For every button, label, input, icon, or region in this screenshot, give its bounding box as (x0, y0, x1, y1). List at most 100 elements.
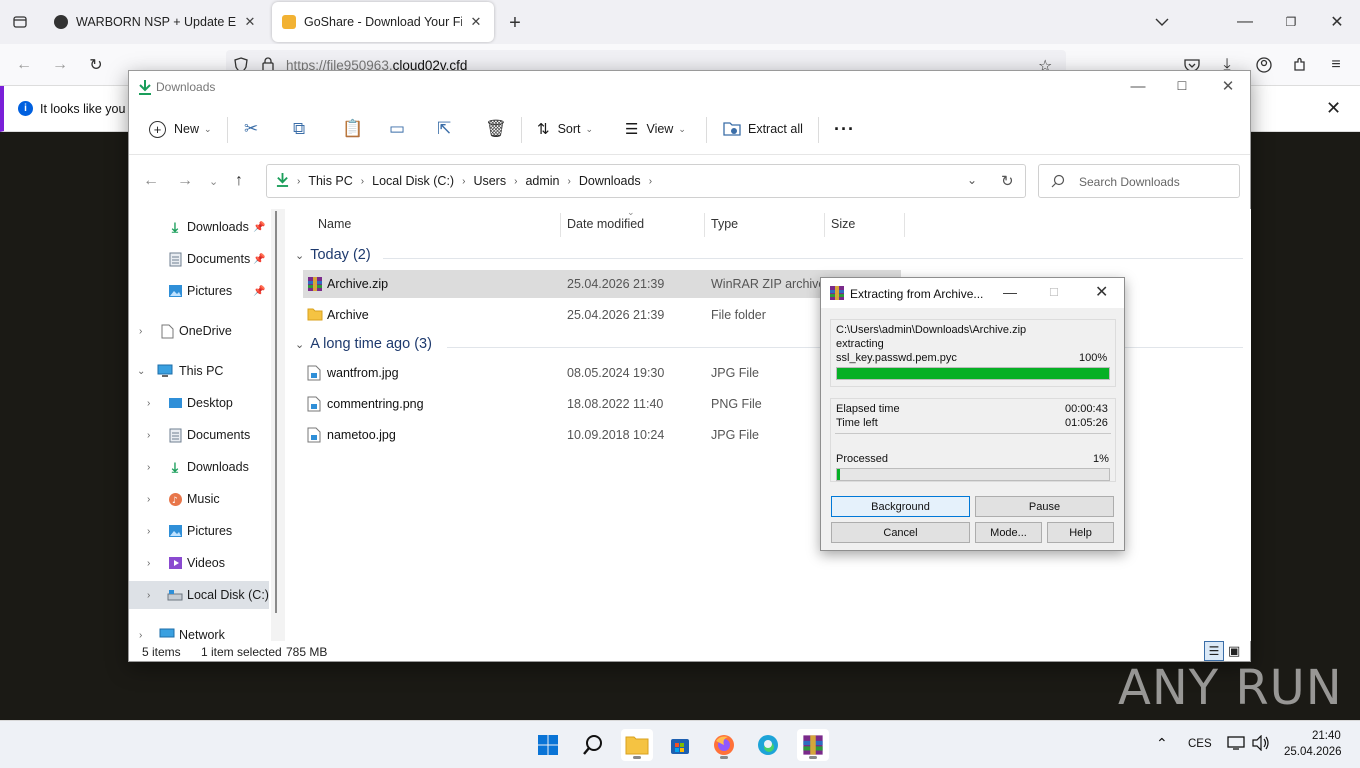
show-hidden-icons-icon[interactable]: ⌃ (1156, 735, 1168, 752)
tab-goshare[interactable]: GoShare - Download Your File ✕ (272, 2, 494, 42)
forward-icon[interactable]: → (177, 172, 193, 190)
table-row[interactable]: nametoo.jpg 10.09.2018 10:24 JPG File (303, 421, 901, 449)
extract-all-button[interactable]: Extract all (723, 115, 803, 143)
edge-taskbar-button[interactable] (752, 729, 784, 761)
network-icon[interactable] (1227, 735, 1245, 754)
address-dropdown-icon[interactable]: ⌄ (967, 173, 977, 187)
sort-button[interactable]: ⇅ Sort ⌄ (537, 115, 593, 143)
account-icon[interactable] (1252, 53, 1276, 77)
view-button[interactable]: ☰ View ⌄ (625, 115, 686, 143)
menu-icon[interactable]: ≡ (1324, 53, 1348, 77)
tab-list-icon[interactable] (8, 10, 32, 34)
search-box[interactable]: Search Downloads (1038, 164, 1240, 198)
back-icon[interactable]: ← (12, 53, 36, 77)
chevron-right-icon[interactable]: › (514, 176, 517, 187)
nav-quick-pictures[interactable]: Pictures 📌 (129, 277, 269, 305)
background-button[interactable]: Background (831, 496, 970, 517)
firefox-taskbar-button[interactable] (708, 729, 740, 761)
chevron-down-icon[interactable]: ⌄ (137, 366, 145, 377)
nav-local-disk[interactable]: › Local Disk (C:) (129, 581, 269, 609)
new-tab-icon[interactable]: + (502, 10, 528, 36)
nav-downloads[interactable]: › ⤓ Downloads (129, 453, 269, 481)
chevron-down-icon[interactable]: ⌄ (295, 249, 304, 262)
nav-onedrive[interactable]: › OneDrive (129, 317, 269, 345)
chevron-right-icon[interactable]: › (139, 326, 142, 337)
clock-date[interactable]: 25.04.2026 (1284, 746, 1342, 758)
chevron-right-icon[interactable]: › (147, 430, 150, 441)
nav-network[interactable]: › Network (129, 621, 269, 641)
volume-icon[interactable] (1252, 734, 1270, 754)
nav-documents[interactable]: › Documents (129, 421, 269, 449)
nav-pictures[interactable]: › Pictures (129, 517, 269, 545)
column-header-type[interactable]: Type (711, 217, 738, 231)
winrar-taskbar-button[interactable] (797, 729, 829, 761)
breadcrumb-local-disk[interactable]: Local Disk (C:) (372, 174, 454, 188)
clock-time[interactable]: 21:40 (1312, 730, 1341, 742)
column-divider[interactable] (704, 213, 705, 237)
group-header-today[interactable]: ⌄ Today (2) (295, 247, 371, 263)
help-button[interactable]: Help (1047, 522, 1114, 543)
cancel-button[interactable]: Cancel (831, 522, 970, 543)
column-divider[interactable] (560, 213, 561, 237)
navigation-scrollbar[interactable] (275, 211, 277, 613)
reload-icon[interactable]: ↻ (84, 53, 108, 77)
nav-music[interactable]: › ♪ Music (129, 485, 269, 513)
more-options-button[interactable]: ··· (834, 115, 855, 143)
close-window-icon[interactable]: ✕ (1324, 10, 1350, 34)
nav-this-pc[interactable]: ⌄ This PC (129, 357, 269, 385)
chevron-right-icon[interactable]: › (139, 630, 142, 641)
pin-icon[interactable]: 📌 (253, 222, 265, 233)
extensions-icon[interactable] (1288, 53, 1312, 77)
maximize-icon[interactable]: ☐ (1049, 286, 1059, 299)
close-icon[interactable]: ✕ (1095, 282, 1108, 302)
breadcrumb-this-pc[interactable]: This PC (308, 174, 352, 188)
minimize-icon[interactable]: — (1232, 10, 1258, 34)
table-row[interactable]: wantfrom.jpg 08.05.2024 19:30 JPG File (303, 359, 901, 387)
cut-button[interactable]: ✂ (244, 115, 258, 143)
chevron-right-icon[interactable]: › (147, 590, 150, 601)
chevron-right-icon[interactable]: › (147, 526, 150, 537)
mode-button[interactable]: Mode... (975, 522, 1042, 543)
breadcrumb-downloads[interactable]: Downloads (579, 174, 641, 188)
explorer-title-bar[interactable]: Downloads — ☐ ✕ (129, 71, 1250, 103)
close-tab-icon[interactable]: ✕ (242, 14, 258, 30)
share-button[interactable]: ⇱ (437, 115, 451, 143)
column-header-size[interactable]: Size (831, 217, 855, 231)
pause-button[interactable]: Pause (975, 496, 1114, 517)
close-tab-icon[interactable]: ✕ (468, 14, 484, 30)
nav-desktop[interactable]: › Desktop (129, 389, 269, 417)
dialog-title-bar[interactable]: Extracting from Archive... — ☐ ✕ (821, 278, 1124, 308)
chevron-down-icon[interactable]: ⌄ (295, 338, 304, 351)
refresh-icon[interactable]: ↻ (1001, 172, 1014, 190)
search-button[interactable] (577, 729, 609, 761)
chevron-right-icon[interactable]: › (361, 176, 364, 187)
maximize-icon[interactable]: ☐ (1159, 71, 1205, 101)
details-view-icon[interactable]: ☰ (1204, 641, 1224, 661)
copy-button[interactable]: ⧉ (293, 115, 305, 143)
up-icon[interactable]: ↑ (235, 172, 243, 190)
nav-quick-downloads[interactable]: ⤓ Downloads 📌 (129, 213, 269, 241)
chevron-right-icon[interactable]: › (147, 558, 150, 569)
table-row[interactable]: Archive.zip 25.04.2026 21:39 WinRAR ZIP … (303, 270, 901, 298)
minimize-icon[interactable]: — (1115, 71, 1161, 101)
column-header-name[interactable]: Name (318, 217, 351, 231)
chevron-right-icon[interactable]: › (462, 176, 465, 187)
pin-icon[interactable]: 📌 (253, 254, 265, 265)
start-button[interactable] (532, 729, 564, 761)
new-button[interactable]: + New ⌄ (149, 115, 212, 143)
chevron-right-icon[interactable]: › (147, 494, 150, 505)
language-indicator[interactable]: CES (1188, 738, 1212, 750)
table-row[interactable]: commentring.png 18.08.2022 11:40 PNG Fil… (303, 390, 901, 418)
breadcrumb-users[interactable]: Users (473, 174, 506, 188)
chevron-right-icon[interactable]: › (297, 176, 300, 187)
table-row[interactable]: Archive 25.04.2026 21:39 File folder (303, 301, 901, 329)
nav-videos[interactable]: › Videos (129, 549, 269, 577)
back-icon[interactable]: ← (143, 172, 159, 190)
close-icon[interactable]: ✕ (1205, 71, 1251, 101)
tab-warborn[interactable]: WARBORN NSP + Update Epic N ✕ (44, 2, 268, 42)
minimize-icon[interactable]: — (1003, 284, 1017, 300)
delete-button[interactable]: 🗑 (485, 115, 507, 143)
forward-icon[interactable]: → (48, 53, 72, 77)
store-taskbar-button[interactable] (664, 729, 696, 761)
list-all-tabs-icon[interactable] (1150, 10, 1174, 34)
